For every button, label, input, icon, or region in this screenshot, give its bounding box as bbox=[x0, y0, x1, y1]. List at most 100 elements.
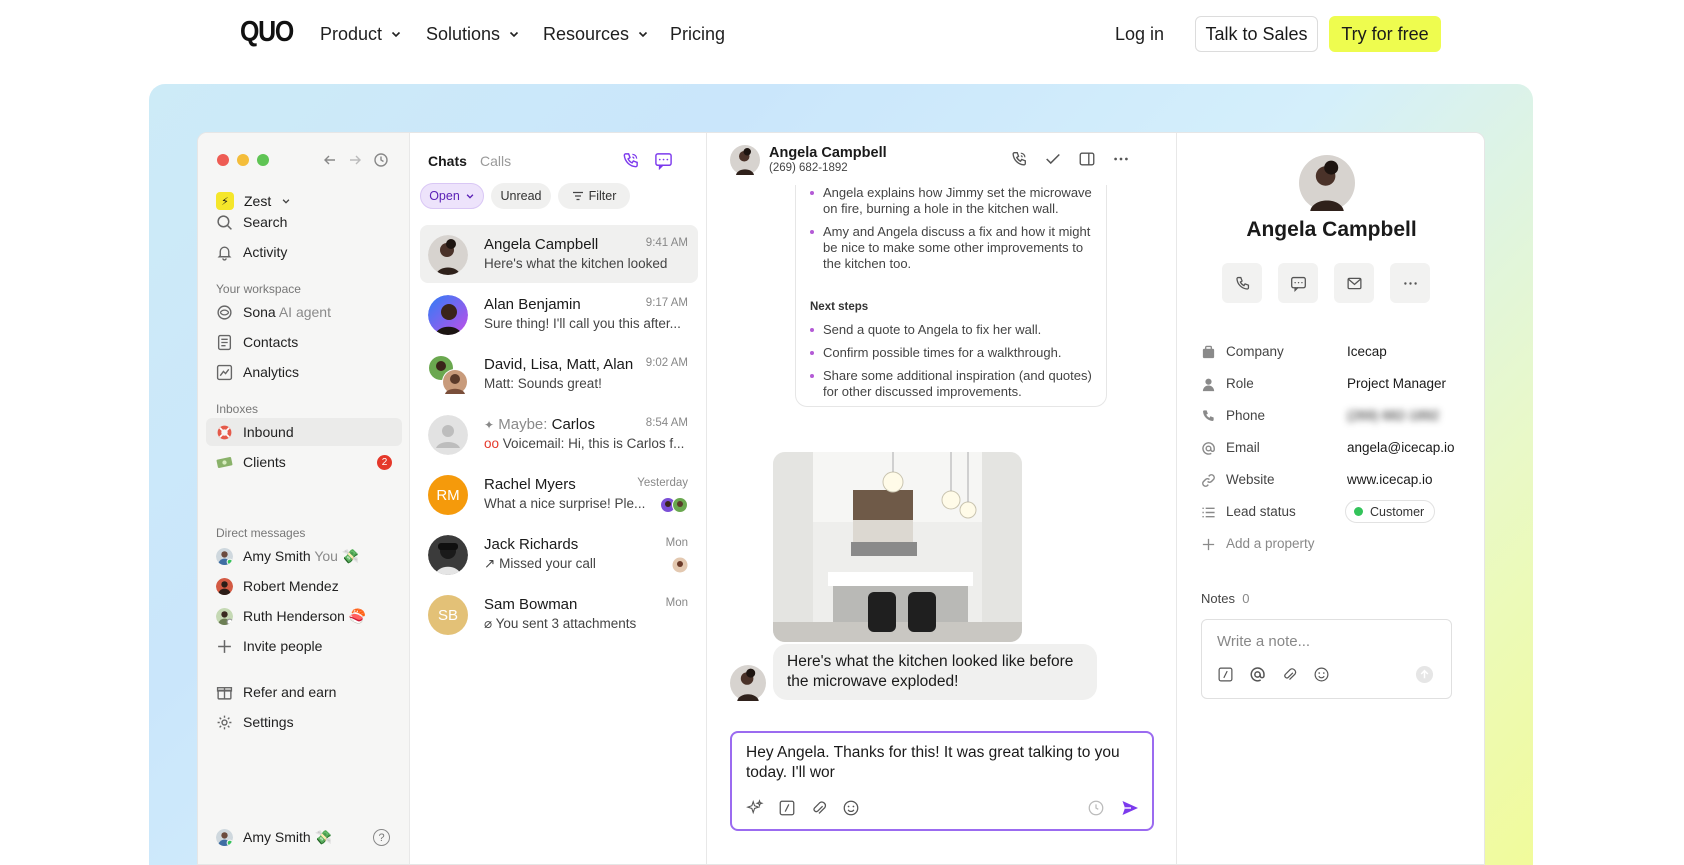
ai-sparkle-icon[interactable] bbox=[746, 799, 764, 817]
message-composer[interactable]: Hey Angela. Thanks for this! It was grea… bbox=[730, 731, 1154, 831]
next-steps-heading: Next steps bbox=[810, 301, 869, 313]
help-icon[interactable]: ? bbox=[373, 829, 390, 846]
add-property-button[interactable]: Add a property bbox=[1201, 535, 1471, 555]
more-horizontal-icon[interactable] bbox=[1112, 150, 1130, 168]
quo-logo[interactable]: QUO bbox=[240, 16, 294, 49]
property-company[interactable]: Company Icecap bbox=[1201, 343, 1471, 363]
chat-item-alan-benjamin[interactable]: Alan Benjamin 9:17 AM Sure thing! I'll c… bbox=[420, 285, 698, 343]
property-lead-status[interactable]: Lead status Customer bbox=[1201, 500, 1471, 523]
mention-at-icon[interactable] bbox=[1249, 666, 1266, 683]
sidebar-item-label: Refer and earn bbox=[243, 684, 337, 700]
invite-people-button[interactable]: Invite people bbox=[206, 632, 402, 660]
paperclip-icon[interactable] bbox=[1281, 666, 1298, 683]
kitchen-photo[interactable] bbox=[773, 452, 1022, 642]
arrow-left-icon[interactable] bbox=[322, 152, 338, 168]
history-icon[interactable] bbox=[373, 152, 389, 168]
property-website[interactable]: Website www.icecap.io bbox=[1201, 471, 1471, 491]
composer-text[interactable]: Hey Angela. Thanks for this! It was grea… bbox=[746, 743, 1141, 783]
contact-email-button[interactable] bbox=[1334, 263, 1374, 303]
gift-icon bbox=[216, 686, 233, 700]
call-icon[interactable] bbox=[1010, 150, 1028, 168]
conversation-contact-name[interactable]: Angela Campbell bbox=[769, 145, 887, 161]
tab-calls[interactable]: Calls bbox=[480, 153, 511, 169]
chat-timestamp: Yesterday bbox=[637, 477, 688, 489]
emoji-icon[interactable] bbox=[1313, 666, 1330, 683]
chat-item-rachel-myers[interactable]: RM Rachel Myers Yesterday What a nice su… bbox=[420, 465, 698, 523]
sidebar: ⚡ Zest Search Activity Your workspace So… bbox=[198, 133, 409, 864]
group-avatar bbox=[429, 356, 468, 395]
note-placeholder[interactable]: Write a note... bbox=[1217, 633, 1310, 650]
sidebar-item-contacts[interactable]: Contacts bbox=[206, 328, 402, 356]
new-message-icon[interactable] bbox=[654, 151, 673, 170]
app-window: ⚡ Zest Search Activity Your workspace So… bbox=[197, 132, 1485, 865]
nav-product[interactable]: Product bbox=[320, 22, 402, 46]
window-maximize-dot[interactable] bbox=[257, 154, 269, 166]
schedule-clock-icon[interactable] bbox=[1087, 799, 1105, 817]
building-icon bbox=[1202, 345, 1215, 359]
dm-item-robert-mendez[interactable]: Robert Mendez bbox=[206, 572, 402, 600]
dm-item-ruth-henderson[interactable]: Ruth Henderson 🍣 bbox=[206, 602, 402, 630]
contact-more-button[interactable] bbox=[1390, 263, 1430, 303]
chat-item-angela-campbell[interactable]: Angela Campbell 9:41 AM Here's what the … bbox=[420, 225, 698, 283]
sidebar-item-analytics[interactable]: Analytics bbox=[206, 358, 402, 386]
filter-button[interactable]: Filter bbox=[558, 183, 630, 209]
login-link[interactable]: Log in bbox=[1115, 22, 1164, 46]
panel-toggle-icon[interactable] bbox=[1078, 150, 1096, 168]
window-minimize-dot[interactable] bbox=[237, 154, 249, 166]
chat-item-carlos[interactable]: ✦ Maybe: Carlos 8:54 AM oo Voicemail: Hi… bbox=[420, 405, 698, 463]
sidebar-item-search[interactable]: Search bbox=[206, 208, 402, 236]
property-label: Role bbox=[1226, 376, 1254, 391]
phone-icon[interactable] bbox=[621, 151, 640, 170]
status-badge[interactable]: Customer bbox=[1345, 500, 1436, 523]
property-phone[interactable]: Phone (269) 682-1892 bbox=[1201, 407, 1471, 427]
checkmark-icon[interactable] bbox=[1044, 150, 1062, 168]
talk-to-sales-button[interactable]: Talk to Sales bbox=[1195, 16, 1318, 52]
mail-icon bbox=[1346, 277, 1362, 289]
nav-solutions[interactable]: Solutions bbox=[426, 22, 520, 46]
bell-icon bbox=[217, 246, 232, 261]
filter-open-dropdown[interactable]: Open bbox=[420, 183, 484, 209]
try-for-free-button[interactable]: Try for free bbox=[1329, 16, 1441, 52]
workspace-name: Zest bbox=[244, 193, 272, 209]
snippet-slash-icon[interactable] bbox=[1217, 666, 1234, 683]
property-value: www.icecap.io bbox=[1347, 472, 1433, 487]
property-value: Icecap bbox=[1347, 344, 1387, 359]
section-heading-inboxes: Inboxes bbox=[216, 402, 259, 416]
sidebar-item-sona[interactable]: Sona AI agent bbox=[206, 298, 402, 326]
chat-timestamp: 9:41 AM bbox=[645, 237, 688, 249]
snippet-slash-icon[interactable] bbox=[778, 799, 796, 817]
nav-pricing[interactable]: Pricing bbox=[670, 22, 725, 46]
sidebar-item-refer[interactable]: Refer and earn bbox=[206, 678, 402, 706]
submit-arrow-up-icon[interactable] bbox=[1415, 665, 1434, 684]
sidebar-item-clients[interactable]: Clients 2 bbox=[206, 448, 402, 476]
contact-message-button[interactable] bbox=[1278, 263, 1318, 303]
paperclip-icon[interactable] bbox=[810, 799, 828, 817]
property-role[interactable]: Role Project Manager bbox=[1201, 375, 1471, 395]
sidebar-item-inbound[interactable]: Inbound bbox=[206, 418, 402, 446]
emoji-icon[interactable] bbox=[842, 799, 860, 817]
sidebar-item-activity[interactable]: Activity bbox=[206, 238, 402, 266]
window-close-dot[interactable] bbox=[217, 154, 229, 166]
phone-icon bbox=[1235, 276, 1249, 290]
arrow-right-icon[interactable] bbox=[347, 152, 363, 168]
filter-unread[interactable]: Unread bbox=[491, 183, 551, 209]
contact-call-button[interactable] bbox=[1222, 263, 1262, 303]
chat-item-sam-bowman[interactable]: SB Sam Bowman Mon ⌀ You sent 3 attachmen… bbox=[420, 585, 698, 643]
property-email[interactable]: Email angela@icecap.io bbox=[1201, 439, 1471, 459]
dm-item-amy-smith[interactable]: Amy Smith You 💸 bbox=[206, 542, 402, 570]
avatar bbox=[428, 295, 468, 335]
participant-avatars bbox=[660, 497, 688, 513]
avatar bbox=[730, 665, 766, 701]
conversation-panel: Angela Campbell (269) 682-1892 Angela ex… bbox=[707, 133, 1177, 864]
chat-item-jack-richards[interactable]: Jack Richards Mon ↗ Missed your call bbox=[420, 525, 698, 583]
next-step-bullet: Confirm possible times for a walkthrough… bbox=[810, 345, 1095, 361]
nav-resources[interactable]: Resources bbox=[543, 22, 649, 46]
send-icon[interactable] bbox=[1120, 798, 1140, 818]
chat-item-group[interactable]: David, Lisa, Matt, Alan 9:02 AM Matt: So… bbox=[420, 345, 698, 403]
note-input-box[interactable]: Write a note... bbox=[1201, 619, 1452, 699]
next-step-bullet: Send a quote to Angela to fix her wall. bbox=[810, 322, 1095, 338]
sidebar-item-settings[interactable]: Settings bbox=[206, 708, 402, 736]
avatar bbox=[216, 547, 233, 565]
tab-chats[interactable]: Chats bbox=[428, 153, 467, 169]
participant-avatar bbox=[672, 557, 688, 573]
